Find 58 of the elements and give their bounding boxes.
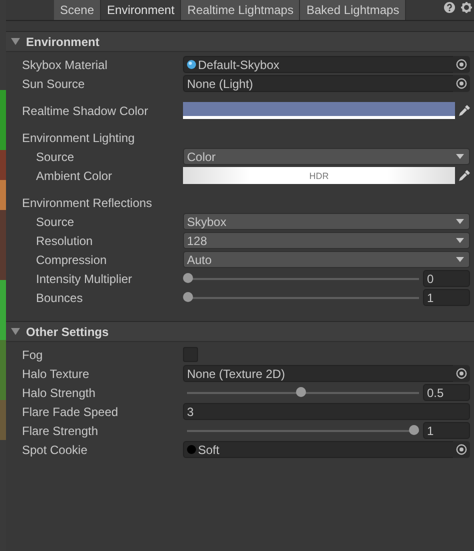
slider-thumb[interactable]	[183, 273, 193, 283]
section-header[interactable]: Environment	[6, 31, 474, 52]
dot-icon	[187, 445, 196, 454]
field-label: Compression	[36, 252, 108, 266]
target-icon[interactable]	[453, 75, 470, 92]
field-label: Environment Lighting	[22, 130, 135, 144]
field-label: Halo Texture	[22, 366, 90, 380]
field-label: Bounces	[36, 290, 84, 304]
object-field[interactable]: None (Texture 2D)	[183, 365, 453, 382]
dropdown[interactable]: Color	[183, 148, 470, 165]
dropdown[interactable]: Auto	[183, 251, 470, 268]
target-icon[interactable]	[453, 56, 470, 73]
dropdown[interactable]: Skybox	[183, 213, 470, 230]
eyedropper-icon[interactable]	[458, 170, 470, 182]
slider-thumb[interactable]	[296, 387, 306, 397]
sphere-icon	[187, 60, 196, 69]
caret-icon	[11, 38, 20, 45]
tab[interactable]: Baked Lightmaps	[300, 0, 406, 20]
object-field[interactable]: None (Light)	[183, 75, 453, 92]
tab[interactable]: Realtime Lightmaps	[181, 0, 300, 20]
target-icon[interactable]	[453, 441, 470, 458]
tab[interactable]: Scene	[54, 0, 102, 20]
color-swatch[interactable]: HDR	[183, 167, 455, 184]
field-label: Ambient Color	[36, 168, 114, 182]
caret-icon	[456, 154, 464, 159]
help-icon[interactable]	[444, 2, 455, 13]
object-field[interactable]: Soft	[183, 441, 453, 458]
caret-icon	[456, 238, 464, 243]
field-label: Flare Strength	[22, 424, 100, 438]
color-swatch[interactable]	[183, 102, 455, 119]
settings-icon[interactable]	[461, 2, 472, 13]
number-field[interactable]: 1	[423, 422, 470, 439]
number-field[interactable]: 1	[423, 289, 470, 306]
field-label: Realtime Shadow Color	[22, 104, 150, 118]
target-icon[interactable]	[453, 365, 470, 382]
field-label: Sun Source	[22, 76, 86, 90]
object-field[interactable]: Default-Skybox	[183, 56, 453, 73]
slider-thumb[interactable]	[409, 425, 419, 435]
number-field[interactable]: 0.5	[423, 384, 470, 401]
slider-thumb[interactable]	[183, 292, 193, 302]
field-label: Source	[36, 150, 76, 164]
input-field[interactable]: 3	[183, 403, 470, 420]
section-header[interactable]: Other Settings	[6, 321, 474, 342]
field-label: Intensity Multiplier	[36, 272, 134, 286]
number-field[interactable]: 0	[423, 270, 470, 287]
dropdown[interactable]: 128	[183, 232, 470, 249]
field-label: Spot Cookie	[22, 442, 88, 456]
field-label: Environment Reflections	[22, 196, 152, 210]
field-label: Flare Fade Speed	[22, 404, 120, 418]
field-label: Skybox Material	[22, 58, 108, 72]
field-label: Source	[36, 214, 76, 228]
caret-icon	[11, 328, 20, 335]
field-label: Halo Strength	[22, 386, 96, 400]
field-label: Fog	[22, 348, 44, 362]
caret-icon	[456, 257, 464, 262]
caret-icon	[456, 219, 464, 224]
eyedropper-icon[interactable]	[458, 104, 470, 116]
field-label: Resolution	[36, 234, 94, 248]
